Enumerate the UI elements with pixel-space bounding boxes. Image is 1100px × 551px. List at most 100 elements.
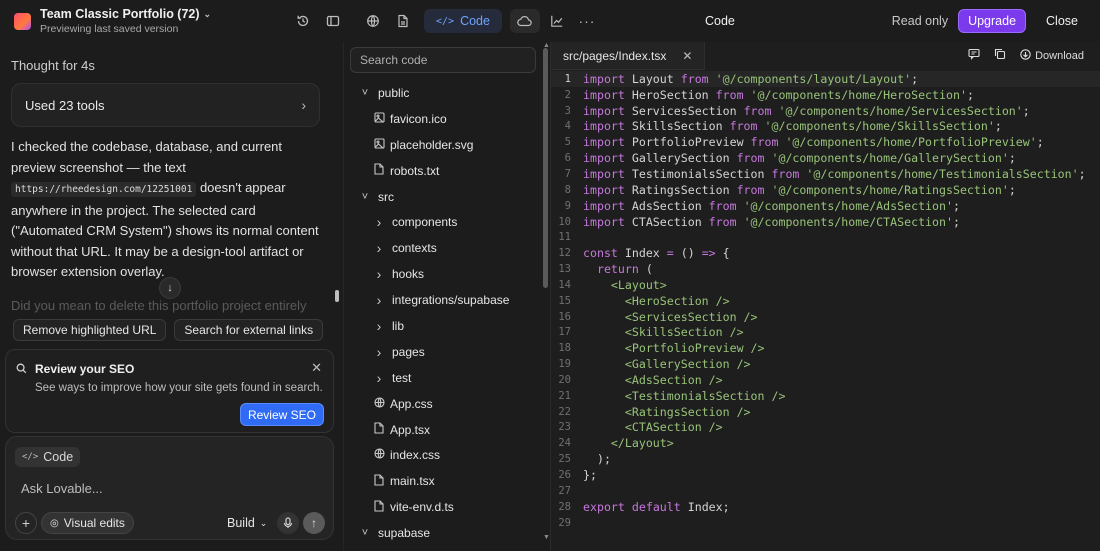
- tree-item[interactable]: › lib: [344, 313, 544, 339]
- more-icon[interactable]: ···: [574, 8, 600, 34]
- tree-item-label: placeholder.svg: [390, 137, 474, 152]
- code-line: 29: [551, 515, 1100, 531]
- chip-remove-url[interactable]: Remove highlighted URL: [13, 319, 167, 341]
- code-editor: src/pages/Index.tsx ✕ Download 1 import L…: [550, 42, 1100, 551]
- tree-item-label: index.css: [390, 448, 441, 463]
- tree-item[interactable]: vite-env.d.ts: [344, 494, 544, 520]
- tree-item[interactable]: ˅ supabase: [344, 520, 544, 546]
- mode-select[interactable]: Build ⌄: [227, 516, 267, 530]
- line-number: 29: [558, 516, 571, 529]
- chevron-right-icon: ›: [376, 240, 382, 257]
- code-token: export: [583, 499, 625, 514]
- close-button[interactable]: Close: [1046, 14, 1078, 28]
- globe-icon[interactable]: [360, 8, 386, 34]
- code-line: 4 import SkillsSection from '@/components…: [551, 119, 1100, 135]
- code-line: 19 <GallerySection />: [551, 356, 1100, 372]
- tree-item[interactable]: › contexts: [344, 235, 544, 261]
- tab-code[interactable]: </> Code: [424, 9, 502, 33]
- tree-item[interactable]: › hooks: [344, 261, 544, 287]
- chat-input[interactable]: Ask Lovable...: [21, 481, 103, 496]
- sidebar-toggle-icon[interactable]: [320, 8, 346, 34]
- project-title[interactable]: Team Classic Portfolio (72) ⌄: [40, 7, 211, 21]
- search-code-input[interactable]: [350, 47, 536, 73]
- download-button[interactable]: Download: [1020, 48, 1084, 63]
- tree-item[interactable]: ˅ src: [344, 184, 544, 210]
- code-line: 15 <HeroSection />: [551, 293, 1100, 309]
- code-token: import: [583, 182, 625, 197]
- tree-item[interactable]: › test: [344, 365, 544, 391]
- review-seo-button[interactable]: Review SEO: [239, 403, 324, 426]
- code-token: from: [729, 119, 758, 134]
- line-number: 16: [558, 310, 571, 323]
- tree-item[interactable]: robots.txt: [344, 158, 544, 184]
- upgrade-button[interactable]: Upgrade: [958, 9, 1027, 33]
- code-line: 6 import GallerySection from '@/component…: [551, 150, 1100, 166]
- tree-item[interactable]: › integrations/supabase: [344, 287, 544, 313]
- tree-item[interactable]: main.tsx: [344, 468, 544, 494]
- top-right-actions: Read only Upgrade Close: [892, 9, 1078, 33]
- project-title-text: Team Classic Portfolio (72): [40, 7, 200, 21]
- tree-item-label: supabase: [378, 526, 431, 541]
- suggestion-chips: Remove highlighted URL Search for extern…: [13, 319, 327, 341]
- project-switcher[interactable]: Team Classic Portfolio (72) ⌄ Previewing…: [0, 7, 290, 35]
- scroll-down-button[interactable]: ↓: [159, 277, 181, 299]
- chip-search-links[interactable]: Search for external links: [174, 319, 324, 341]
- line-number: 19: [558, 358, 571, 371]
- code-token: '@/components/layout/Layout': [715, 71, 912, 86]
- line-number: 10: [558, 215, 571, 228]
- thought-status[interactable]: Thought for 4s: [11, 58, 95, 73]
- chevron-down-icon: ˅: [361, 527, 369, 540]
- close-icon[interactable]: ✕: [682, 49, 692, 63]
- tree-item[interactable]: placeholder.svg: [344, 132, 544, 158]
- chat-scrollbar[interactable]: [335, 290, 339, 302]
- tree-item[interactable]: App.tsx: [344, 417, 544, 443]
- code-line: 9 import AdsSection from '@/components/ho…: [551, 198, 1100, 214]
- tree-item[interactable]: › pages: [344, 339, 544, 365]
- add-attachment-button[interactable]: +: [15, 512, 37, 534]
- copy-icon[interactable]: [994, 48, 1006, 63]
- line-number: 3: [564, 104, 571, 117]
- code-token: from: [750, 135, 779, 150]
- microphone-icon[interactable]: [277, 512, 299, 534]
- tree-scrollbar[interactable]: [543, 48, 548, 288]
- code-token: from: [743, 103, 772, 118]
- code-token: '@/components/home/PortfolioPreview': [785, 135, 1037, 150]
- tools-used-card[interactable]: Used 23 tools ›: [11, 83, 320, 127]
- code-line: 18 <PortfolioPreview />: [551, 340, 1100, 356]
- tree-item[interactable]: favicon.ico: [344, 106, 544, 132]
- code-content[interactable]: 1 import Layout from '@/components/layout…: [551, 71, 1100, 530]
- line-number: 25: [558, 453, 571, 466]
- tree-item[interactable]: › components: [344, 209, 544, 235]
- code-token: =: [666, 246, 674, 261]
- tree-item[interactable]: ˅ public: [344, 80, 544, 106]
- send-button[interactable]: ↑: [303, 512, 325, 534]
- code-token: PortfolioPreview: [624, 135, 751, 150]
- history-icon[interactable]: [290, 8, 316, 34]
- code-token: '@/components/home/TestimonialsSection': [806, 166, 1079, 181]
- line-number: 7: [564, 167, 571, 180]
- code-token: Index: [617, 246, 667, 261]
- comment-icon[interactable]: [968, 48, 980, 63]
- scroll-down-arrow[interactable]: ▼: [543, 534, 550, 541]
- cloud-icon[interactable]: [509, 9, 540, 33]
- tree-item[interactable]: index.css: [344, 442, 544, 468]
- close-icon[interactable]: ✕: [311, 360, 322, 376]
- code-context-badge[interactable]: </> Code: [15, 447, 81, 467]
- code-line: 3 import ServicesSection from '@/componen…: [551, 103, 1100, 119]
- code-token: =>: [701, 246, 716, 261]
- visual-edits-button[interactable]: ◎ Visual edits: [41, 512, 134, 534]
- file-icon: [372, 422, 386, 437]
- analytics-icon[interactable]: [544, 8, 570, 34]
- line-number: 9: [564, 199, 571, 212]
- code-line: 26};: [551, 467, 1100, 483]
- tree-item-label: test: [392, 370, 412, 385]
- project-info: Team Classic Portfolio (72) ⌄ Previewing…: [40, 7, 211, 35]
- editor-tab[interactable]: src/pages/Index.tsx ✕: [551, 42, 706, 70]
- document-icon[interactable]: [390, 8, 416, 34]
- code-token: const: [583, 246, 618, 261]
- tree-item[interactable]: App.css: [344, 391, 544, 417]
